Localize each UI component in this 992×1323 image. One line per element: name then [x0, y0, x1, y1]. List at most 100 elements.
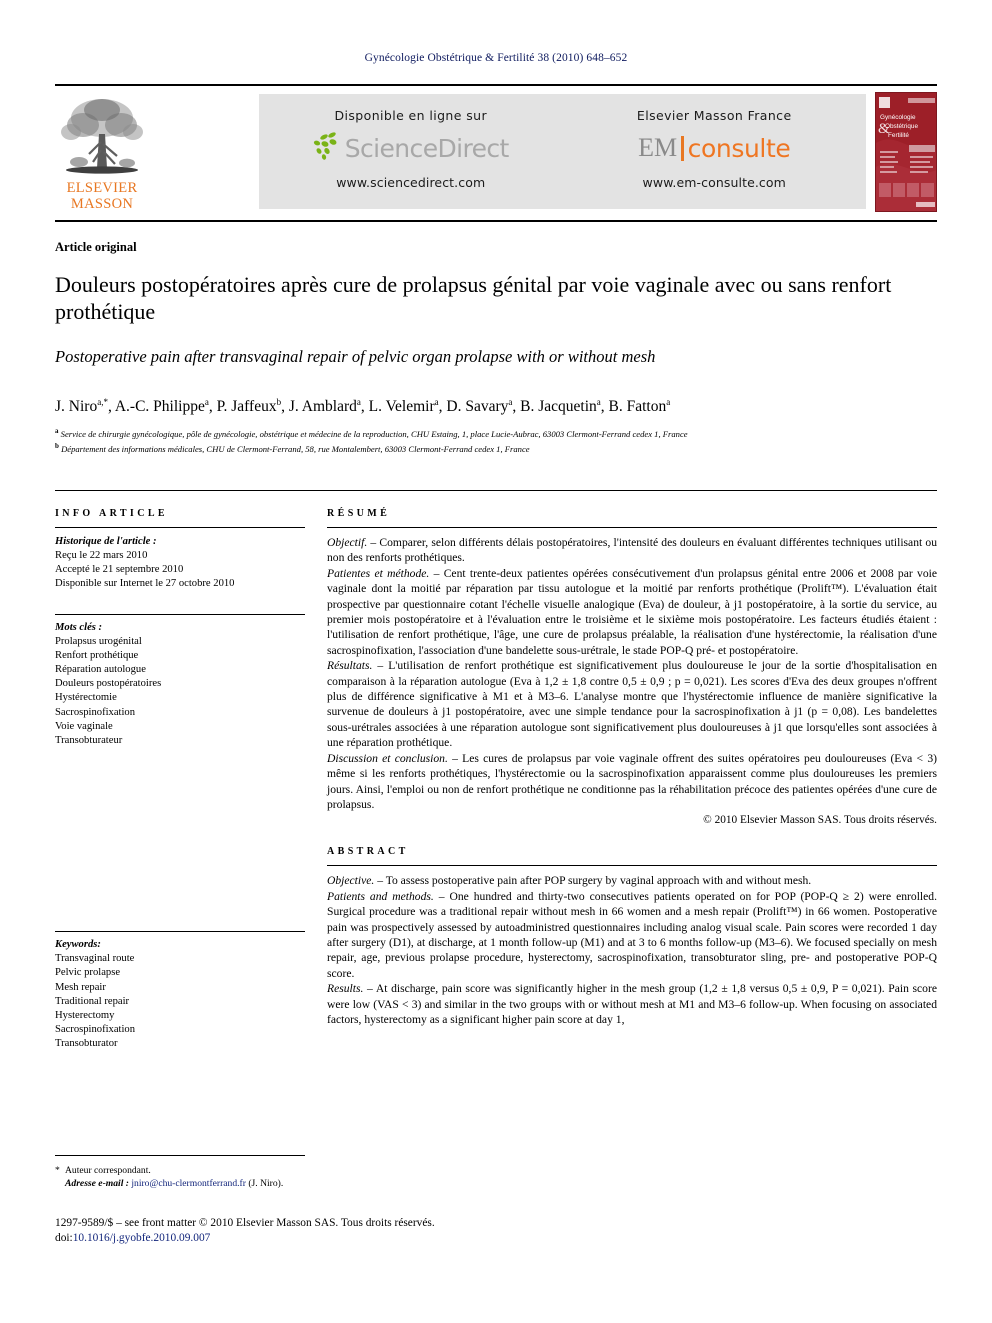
keyword-item: Transobturator: [55, 1038, 118, 1050]
keyword-item: Transobturateur: [55, 735, 123, 747]
corresponding-author-label: Auteur correspondant.: [65, 1165, 151, 1176]
abstract-results-label: Results.: [327, 982, 364, 996]
resume-patientes-text: – Cent trente-deux patientes opérées con…: [327, 566, 937, 657]
online-availability-band: Disponible en ligne sur ScienceDirect ww…: [259, 94, 866, 209]
imprint-block: 1297-9589/$ – see front matter © 2010 El…: [55, 1216, 615, 1245]
keyword-item: Transvaginal route: [55, 953, 135, 965]
resume-resultats: Résultats. – L'utilisation de renfort pr…: [327, 658, 937, 750]
abstract-objective-label: Objective.: [327, 874, 375, 888]
abstract-methods: Patients and methods. – One hundred and …: [327, 889, 937, 981]
sciencedirect-block: Disponible en ligne sur ScienceDirect ww…: [259, 94, 563, 209]
sciencedirect-logo[interactable]: ScienceDirect: [259, 129, 563, 167]
doi-line: doi:10.1016/j.gyobfe.2010.09.007: [55, 1231, 615, 1246]
emconsulte-lead: Elsevier Masson France: [636, 108, 792, 123]
history-received: Reçu le 22 mars 2010: [55, 550, 148, 561]
article-title-english: Postoperative pain after transvaginal re…: [55, 347, 656, 366]
keyword-item: Renfort prothétique: [55, 649, 139, 661]
svg-text:Obstétrique: Obstétrique: [885, 123, 918, 130]
elsevier-wordmark: ELSEVIER: [66, 180, 138, 196]
header-top-rule: [55, 84, 937, 86]
svg-text:Fertilité: Fertilité: [888, 132, 909, 139]
sciencedirect-lead: Disponible en ligne sur: [334, 108, 487, 123]
keyword-item: Traditional repair: [55, 995, 130, 1007]
abstract-heading: ABSTRACT: [327, 846, 409, 858]
resume-objectif-text: – Comparer, selon différents délais post…: [327, 536, 937, 565]
email-label: Adresse e-mail :: [65, 1178, 129, 1189]
abstract-objective: Objective. – To assess postoperative pai…: [327, 873, 937, 888]
keyword-item: Hystérectomie: [55, 692, 117, 704]
header-bottom-rule: [55, 220, 937, 222]
emconsulte-suffix: consulte: [687, 133, 791, 163]
history-label: Historique de l'article :: [55, 536, 157, 547]
journal-article-page: Gynécologie Obstétrique & Fertilité 38 (…: [0, 0, 992, 1323]
affiliation-a: a Service de chirurgie gynécologique, pô…: [55, 427, 688, 440]
email-owner: (J. Niro).: [248, 1178, 284, 1189]
keyword-item: Mesh repair: [55, 981, 106, 993]
resume-objectif-label: Objectif.: [327, 536, 368, 549]
title-block: Article original Douleurs postopératoire…: [55, 240, 940, 455]
abstract-methods-text: – One hundred and thirty-two consecutive…: [327, 889, 937, 980]
keywords-fr-list: Prolapsus urogénital Renfort prothétique…: [55, 635, 305, 749]
resume-resultats-text: – L'utilisation de renfort prothétique e…: [327, 659, 937, 750]
resume-rule: [327, 527, 937, 528]
elsevier-masson-logo: ELSEVIER MASSON: [57, 92, 147, 214]
elsevier-tree-icon: [57, 92, 147, 180]
sciencedirect-leaves-icon: [313, 131, 345, 165]
footnote-marker: *: [55, 1165, 60, 1176]
abstract-rule: [327, 865, 937, 867]
keyword-item: Sacrospinofixation: [55, 706, 136, 718]
keyword-item: Réparation autologue: [55, 664, 146, 676]
footnote-rule: [55, 1155, 305, 1156]
keywords-en-list: Transvaginal route Pelvic prolapse Mesh …: [55, 952, 305, 1051]
resume-discussion-label: Discussion et conclusion.: [327, 751, 448, 765]
running-head: Gynécologie Obstétrique & Fertilité 38 (…: [364, 52, 628, 64]
article-type-label: Article original: [55, 240, 137, 254]
history-accepted: Accepté le 21 septembre 2010: [55, 564, 184, 576]
doi-label: doi:: [55, 1231, 73, 1244]
resume-objectif: Objectif. – Comparer, selon différents d…: [327, 535, 937, 566]
column-separator-rule: [55, 490, 937, 491]
history-online: Disponible sur Internet le 27 octobre 20…: [55, 578, 235, 590]
resume-copyright: © 2010 Elsevier Masson SAS. Tous droits …: [703, 814, 937, 827]
keyword-item: Voie vaginale: [55, 720, 113, 732]
resume-patientes-label: Patientes et méthode.: [327, 566, 430, 580]
affiliation-a-text: Service de chirurgie gynécologique, pôle…: [60, 429, 688, 440]
author-list: J. Niroa,*, A.-C. Philippea, P. Jaffeuxb…: [55, 397, 671, 416]
masson-wordmark: MASSON: [70, 196, 134, 212]
resume-resultats-label: Résultats.: [327, 659, 373, 673]
resume-discussion: Discussion et conclusion. – Les cures de…: [327, 751, 937, 813]
emconsulte-block: Elsevier Masson France EM consulte www.e…: [563, 94, 867, 209]
keyword-item: Hysterectomy: [55, 1010, 115, 1022]
abstract-results-text: – At discharge, pain score was significa…: [327, 982, 937, 1026]
page-footer: * Auteur correspondant. Adresse e-mail :…: [55, 1164, 615, 1245]
article-title-french: Douleurs postopératoires après cure de p…: [55, 272, 892, 324]
keyword-item: Douleurs postopératoires: [55, 678, 162, 690]
svg-text:&: &: [878, 121, 890, 137]
svg-text:Gynécologie: Gynécologie: [880, 114, 916, 121]
keywords-fr-rule: [55, 613, 305, 615]
emconsulte-url[interactable]: www.em-consulte.com: [563, 175, 867, 190]
info-article-rule: [55, 527, 305, 528]
resume-heading: RÉSUMÉ: [327, 508, 391, 519]
corresponding-email-link[interactable]: jniro@chu-clermontferrand.fr: [131, 1178, 246, 1189]
emconsulte-divider: [681, 135, 684, 161]
abstract-objective-text: – To assess postoperative pain after POP…: [374, 874, 812, 888]
keyword-item: Prolapsus urogénital: [55, 635, 142, 647]
affiliation-b-text: Département des informations médicales, …: [61, 443, 530, 454]
sciencedirect-wordmark: ScienceDirect: [344, 133, 510, 163]
emconsulte-logo[interactable]: EM consulte: [563, 129, 867, 167]
keywords-en-label: Keywords:: [55, 939, 101, 951]
info-article-heading: INFO ARTICLE: [55, 508, 168, 519]
doi-link[interactable]: 10.1016/j.gyobfe.2010.09.007: [73, 1232, 211, 1244]
abstract-results: Results. – At discharge, pain score was …: [327, 981, 937, 1027]
info-article-column: INFO ARTICLE Historique de l'article : R…: [55, 508, 305, 1052]
keywords-fr-label: Mots clés :: [55, 621, 103, 633]
corresponding-author-note: * Auteur correspondant. Adresse e-mail :…: [55, 1164, 615, 1190]
journal-cover-thumbnail[interactable]: Gynécologie Obstétrique Fertilité &: [875, 92, 937, 212]
abstract-methods-label: Patients and methods.: [327, 889, 434, 903]
issn-line: 1297-9589/$ – see front matter © 2010 El…: [55, 1217, 435, 1229]
sciencedirect-url[interactable]: www.sciencedirect.com: [259, 175, 563, 190]
